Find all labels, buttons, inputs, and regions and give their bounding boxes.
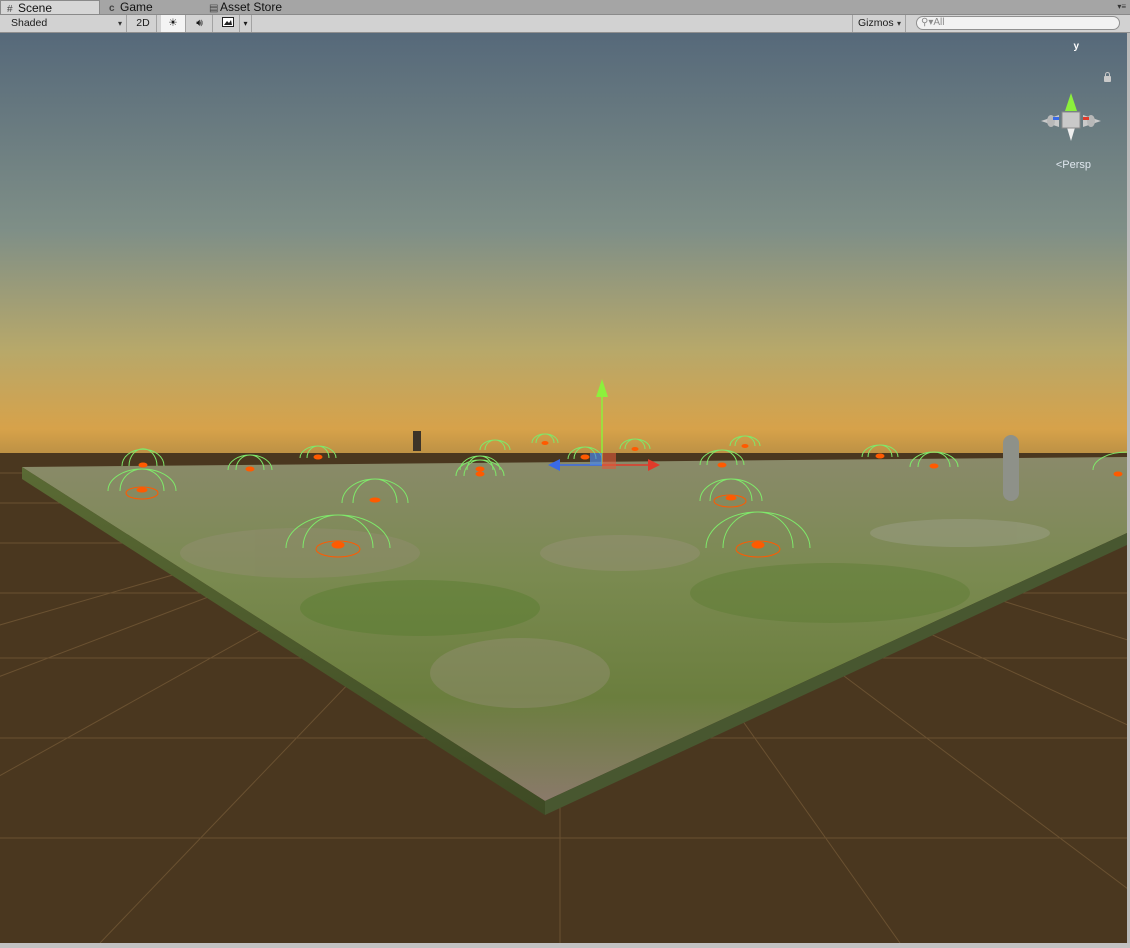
gizmos-dropdown[interactable]: Gizmos	[852, 15, 906, 32]
far-pillar	[413, 431, 421, 451]
search-input[interactable]: ⚲▾All	[916, 16, 1120, 30]
orientation-gizmo[interactable]	[1035, 73, 1107, 173]
effects-toggle[interactable]	[216, 15, 240, 32]
search-icon: ⚲▾	[921, 17, 934, 28]
effects-dropdown-arrow[interactable]: ▾	[240, 15, 252, 32]
scene-toolbar: Shaded 2D ☀ 🔊︎ ▾ Gizmos ⚲▾All	[0, 15, 1130, 33]
scene-render	[0, 33, 1127, 943]
pacman-icon: c	[109, 3, 115, 14]
tab-game[interactable]: c Game	[103, 0, 203, 14]
axis-y-cone	[1065, 93, 1077, 111]
sun-icon: ☀	[168, 17, 178, 29]
scene-viewport[interactable]: y <Persp	[0, 33, 1130, 943]
image-icon	[221, 17, 234, 27]
speaker-icon: 🔊︎	[196, 17, 203, 29]
projection-toggle[interactable]: <Persp	[1056, 159, 1091, 171]
tab-scene[interactable]: # Scene	[0, 0, 100, 15]
tab-bar: # Scene c Game ▤ Asset Store ▾≡	[0, 0, 1130, 15]
lock-icon[interactable]	[1104, 72, 1111, 82]
sky	[0, 33, 1127, 473]
toggle-2d-button[interactable]: 2D	[130, 15, 157, 32]
tab-asset-store[interactable]: ▤ Asset Store	[203, 0, 323, 14]
lighting-toggle[interactable]: ☀	[161, 15, 186, 32]
shading-mode-dropdown[interactable]: Shaded	[0, 15, 127, 32]
bottom-border	[0, 943, 1130, 948]
audio-toggle[interactable]: 🔊︎	[187, 15, 213, 32]
capsule	[1003, 435, 1019, 501]
bag-icon: ▤	[209, 3, 219, 14]
axis-y-label: y	[1073, 41, 1079, 52]
window-menu-icon[interactable]: ▾≡	[1117, 2, 1126, 11]
